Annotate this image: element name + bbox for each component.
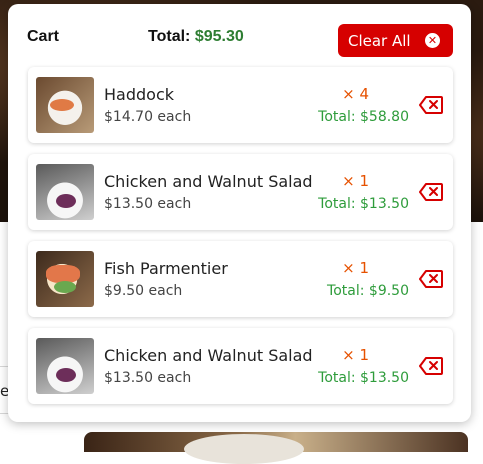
item-total: Total: $13.50 <box>318 196 409 212</box>
item-name: Chicken and Walnut Salad <box>104 172 313 191</box>
item-quantity: × 4 <box>342 85 369 103</box>
backspace-remove-icon[interactable] <box>419 270 443 288</box>
item-quantity: × 1 <box>342 259 369 277</box>
item-price: $9.50 each <box>104 283 183 299</box>
background-food-image <box>84 432 468 464</box>
backspace-remove-icon[interactable] <box>419 183 443 201</box>
clear-all-button[interactable]: Clear All ✕ <box>338 24 453 57</box>
backspace-remove-icon[interactable] <box>419 357 443 375</box>
cart-total: Total: $95.30 <box>148 28 244 46</box>
item-total: Total: $9.50 <box>327 283 409 299</box>
item-name: Fish Parmentier <box>104 259 228 278</box>
item-price: $13.50 each <box>104 196 192 212</box>
cart-panel: Cart Total: $95.30 Clear All ✕ Haddock $… <box>8 4 471 422</box>
item-price: $13.50 each <box>104 370 192 386</box>
cart-item: Chicken and Walnut Salad $13.50 each × 1… <box>28 328 453 404</box>
item-quantity: × 1 <box>342 346 369 364</box>
item-name: Haddock <box>104 85 174 104</box>
salad-dish-image <box>36 164 94 220</box>
cart-total-amount: $95.30 <box>194 28 244 45</box>
item-price: $14.70 each <box>104 109 192 125</box>
cart-title: Cart <box>27 28 60 45</box>
cart-total-label: Total: <box>148 28 191 45</box>
cart-item: Fish Parmentier $9.50 each × 1 Total: $9… <box>28 241 453 317</box>
close-circle-icon: ✕ <box>425 33 440 48</box>
salmon-dish-image <box>36 251 94 307</box>
cart-item: Chicken and Walnut Salad $13.50 each × 1… <box>28 154 453 230</box>
cart-item: Haddock $14.70 each × 4 Total: $58.80 <box>28 67 453 143</box>
item-name: Chicken and Walnut Salad <box>104 346 313 365</box>
item-quantity: × 1 <box>342 172 369 190</box>
fish-dish-image <box>36 77 94 133</box>
item-total: Total: $58.80 <box>318 109 409 125</box>
backspace-remove-icon[interactable] <box>419 96 443 114</box>
clear-all-label: Clear All <box>348 31 411 50</box>
salad-dish-image <box>36 338 94 394</box>
item-total: Total: $13.50 <box>318 370 409 386</box>
